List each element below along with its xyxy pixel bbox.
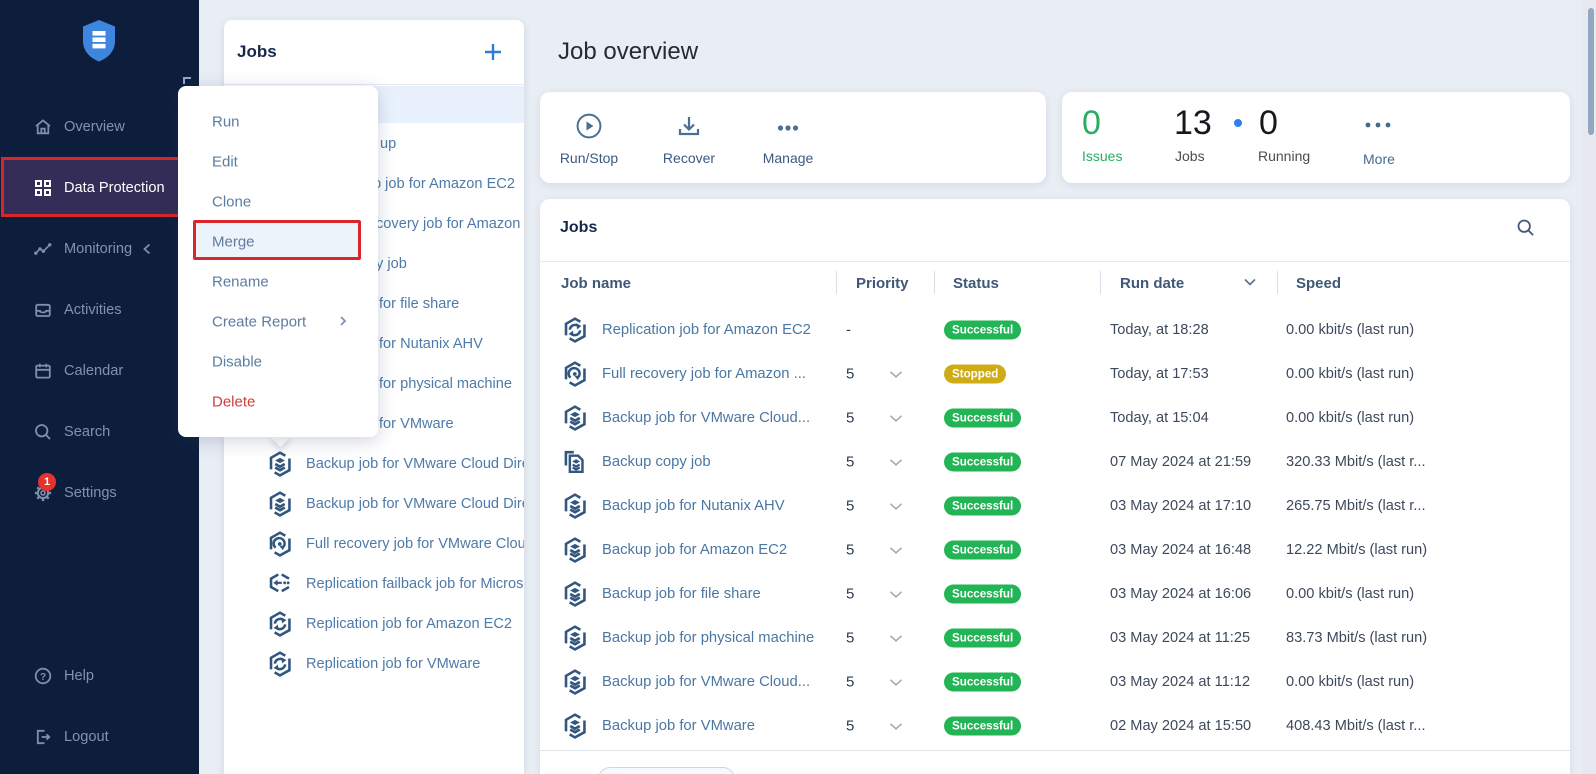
svg-text:?: ? — [40, 672, 46, 683]
